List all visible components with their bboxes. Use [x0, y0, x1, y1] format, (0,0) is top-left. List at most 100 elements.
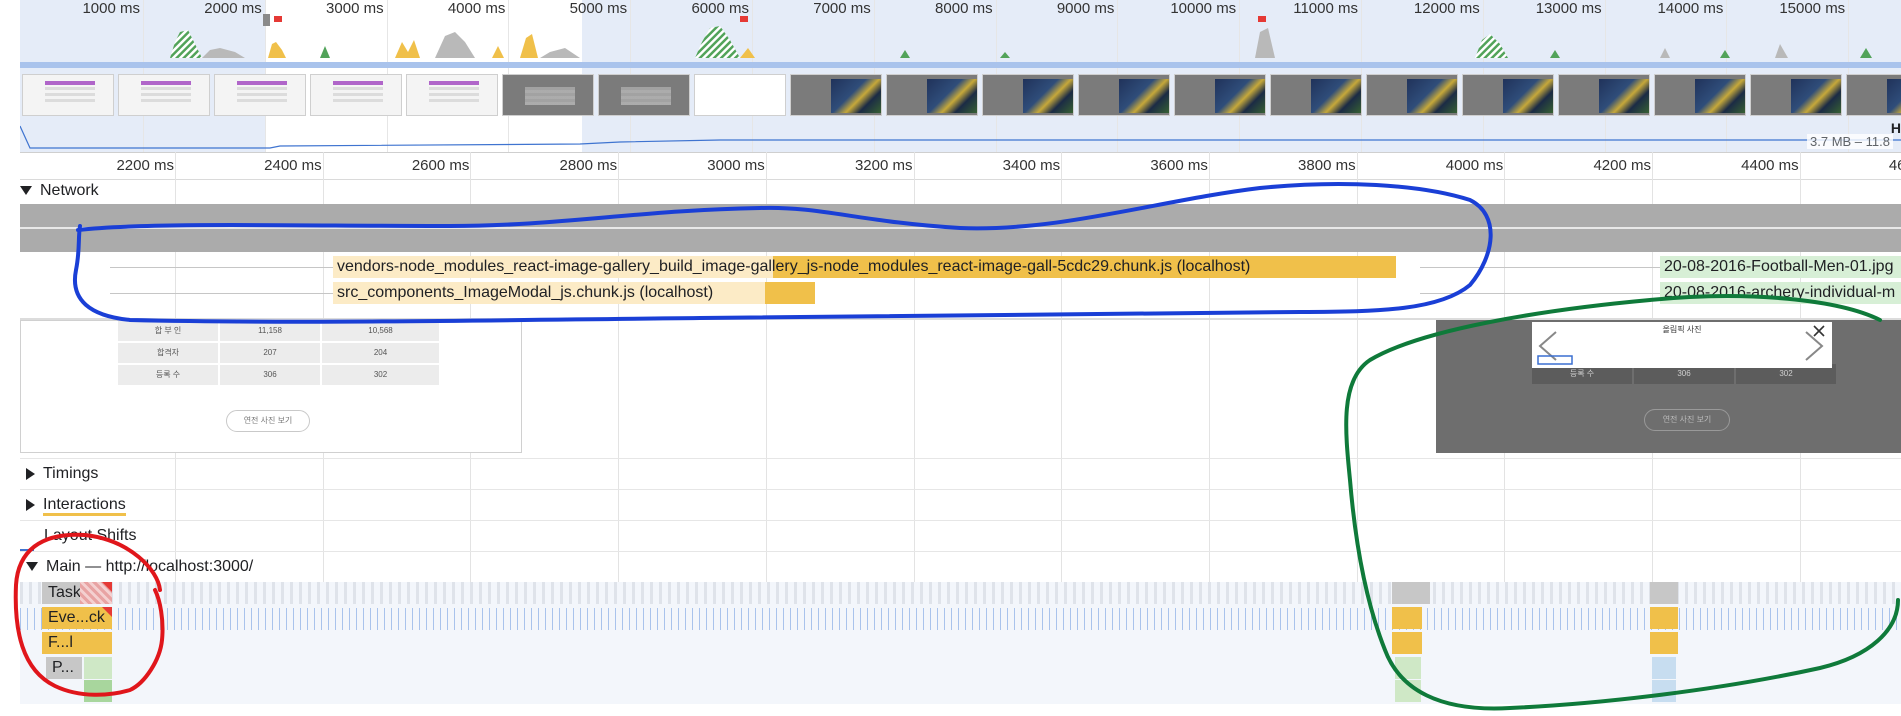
request-main-segment	[765, 282, 815, 304]
long-task-warning-icon	[102, 607, 112, 617]
overview-left-handle[interactable]	[263, 14, 270, 26]
ruler-tick-label: 2200 ms	[116, 157, 174, 174]
filmstrip-frame[interactable]	[886, 74, 978, 116]
ruler-tick-label: 4400 ms	[1741, 157, 1799, 174]
table-cell: 204	[322, 343, 439, 363]
overview-tick-label: 12000 ms	[1413, 0, 1480, 17]
filmstrip-frame[interactable]	[982, 74, 1074, 116]
event-handler[interactable]	[1392, 607, 1422, 629]
overview-tick-label: 3000 ms	[326, 0, 384, 17]
event-handler-label: Eve...ck	[48, 609, 105, 626]
gallery-button: 연전 사진 보기	[226, 410, 310, 432]
layout-segment	[1652, 657, 1676, 679]
main-thread-track[interactable]: Main — http://localhost:3000/	[20, 551, 1901, 582]
network-request[interactable]: 20-08-2016-archery-individual-m	[1660, 282, 1901, 304]
table-cell: 등록 수	[118, 365, 218, 385]
overview-tick-label: 13000 ms	[1535, 0, 1602, 17]
filmstrip-frame[interactable]	[790, 74, 882, 116]
table-cell: 10,568	[322, 321, 439, 341]
network-lane-divider	[20, 227, 1901, 229]
ruler-tick-label: 3600 ms	[1150, 157, 1208, 174]
overview-tick-label: 4000 ms	[447, 0, 506, 17]
overview-tick-label: 15000 ms	[1779, 0, 1846, 17]
ruler-tick-label: 3400 ms	[1002, 157, 1061, 174]
request-wait-line	[1420, 267, 1660, 268]
filmstrip-frame[interactable]	[310, 74, 402, 116]
layout-shifts-track-label: Layout Shifts	[44, 527, 137, 544]
filmstrip-frame[interactable]	[214, 74, 306, 116]
screenshot-preview-left: 합 부 인 11,158 10,568 합격자 207 204 등록 수 306…	[20, 320, 522, 453]
collapse-arrow-icon[interactable]	[20, 186, 32, 196]
close-icon	[1813, 325, 1825, 337]
network-request[interactable]: 20-08-2016-Football-Men-01.jpg	[1660, 256, 1901, 278]
network-request[interactable]: src_components_ImageModal_js.chunk.js (l…	[333, 282, 815, 304]
timeline-ruler: 2200 ms 2400 ms 2600 ms 2800 ms 3000 ms 3200 …	[20, 152, 1901, 180]
function-call-label: F...l	[48, 634, 73, 651]
function-call[interactable]: F...l	[42, 632, 112, 654]
chevron-left-icon	[1537, 331, 1573, 365]
filmstrip-frame[interactable]	[1366, 74, 1458, 116]
filmstrip-frame[interactable]	[1558, 74, 1650, 116]
filmstrip-frame[interactable]	[1270, 74, 1362, 116]
interactions-track-label: Interactions	[43, 496, 126, 516]
filmstrip-frame[interactable]	[1078, 74, 1170, 116]
ruler-tick-label: 4200 ms	[1593, 157, 1651, 174]
paint-segment	[1395, 657, 1421, 679]
long-task-marker	[1258, 16, 1266, 22]
paint-event-label: P...	[52, 659, 74, 676]
table-cell: 합격자	[118, 343, 218, 363]
interactions-track[interactable]: Interactions	[20, 489, 1901, 520]
event-handler[interactable]	[1650, 607, 1678, 629]
task-event[interactable]	[1650, 582, 1678, 604]
filmstrip-frame[interactable]	[1462, 74, 1554, 116]
expand-arrow-icon[interactable]	[26, 467, 35, 480]
network-overview-strip	[20, 62, 1901, 68]
table-cell: 11,158	[220, 321, 320, 341]
cpu-activity-chart	[170, 26, 1872, 58]
ruler-tick-label: 2400 ms	[264, 157, 322, 174]
ruler-tick-label: 4000 ms	[1445, 157, 1504, 174]
overview-tick-label: 8000 ms	[935, 0, 993, 17]
event-ticks	[20, 608, 1901, 630]
layout-shifts-track[interactable]: Layout Shifts	[20, 520, 1901, 552]
network-request-label: 20-08-2016-archery-individual-m	[1664, 284, 1896, 301]
overview-tick-label: 1000 ms	[82, 0, 140, 17]
screenshot-filmstrip[interactable]	[20, 74, 1901, 118]
request-wait-line	[110, 267, 335, 268]
modal-title: 올림픽 사진	[1662, 325, 1702, 334]
filmstrip-frame[interactable]	[22, 74, 114, 116]
filmstrip-frame[interactable]	[1654, 74, 1746, 116]
main-thread-label: Main — http://localhost:3000/	[46, 558, 254, 575]
filmstrip-frame[interactable]	[694, 74, 786, 116]
timings-track-label: Timings	[43, 465, 99, 482]
task-event-label: Task	[48, 584, 81, 601]
layout-segment	[1652, 680, 1676, 702]
paint-event[interactable]: P...	[46, 657, 82, 679]
ruler-tick-label: 4600 ms	[1888, 157, 1901, 174]
overview-tick-label: 9000 ms	[1056, 0, 1115, 17]
function-call[interactable]	[1650, 632, 1678, 654]
long-task-warning-icon	[102, 582, 112, 592]
ruler-tick-label: 3000 ms	[707, 157, 765, 174]
network-track-header[interactable]: Network	[20, 182, 99, 200]
timings-track[interactable]: Timings	[20, 458, 1901, 489]
request-wait-line	[110, 293, 335, 294]
filmstrip-frame[interactable]	[406, 74, 498, 116]
function-call[interactable]	[1392, 632, 1422, 654]
task-event[interactable]	[1392, 582, 1430, 604]
filmstrip-frame[interactable]	[118, 74, 210, 116]
filmstrip-frame[interactable]	[1750, 74, 1842, 116]
filmstrip-frame[interactable]	[1174, 74, 1266, 116]
network-request[interactable]: vendors-node_modules_react-image-gallery…	[333, 256, 1396, 278]
ruler-tick-label: 3800 ms	[1298, 157, 1356, 174]
task-ticks	[20, 582, 1901, 604]
request-wait-line	[1420, 293, 1660, 294]
filmstrip-frame[interactable]	[1846, 74, 1901, 116]
ruler-tick-label: 2600 ms	[411, 157, 470, 174]
expand-arrow-icon[interactable]	[26, 498, 35, 511]
filmstrip-frame[interactable]	[502, 74, 594, 116]
collapse-arrow-icon[interactable]	[26, 562, 38, 572]
filmstrip-frame[interactable]	[598, 74, 690, 116]
table-cell: 합 부 인	[118, 321, 218, 341]
timeline-overview[interactable]: 1000 ms 2000 ms 3000 ms 4000 ms 5000 ms 6000 …	[20, 0, 1901, 152]
